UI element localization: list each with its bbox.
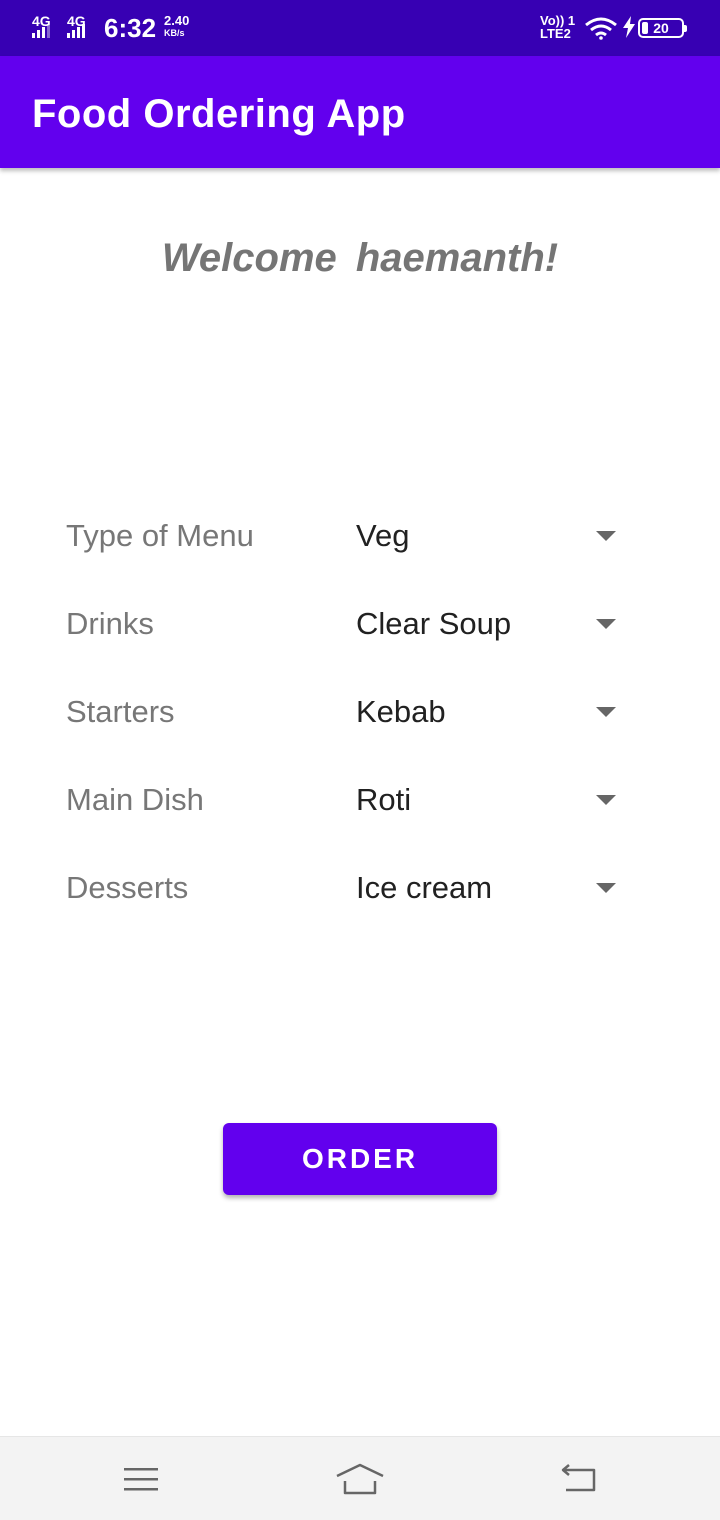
desserts-spinner[interactable]: Ice cream [340,858,640,918]
desserts-label: Desserts [66,870,189,905]
network-speed-unit: KB/s [164,28,185,38]
drinks-value: Clear Soup [356,606,512,641]
menu-icon [124,1468,158,1491]
volte-line-2: LTE2 [540,26,571,41]
dropdown-arrow-icon [596,795,616,805]
order-button[interactable]: ORDER [223,1123,497,1195]
status-bar: 4G 4G 6:32 2.40 KB/s Vo)) 1 LTE2 20 [0,0,720,56]
type-of-menu-value: Veg [356,518,410,553]
starters-label: Starters [66,694,175,729]
main-dish-spinner[interactable]: Roti [340,770,640,830]
drinks-label: Drinks [66,606,154,641]
back-icon [561,1464,596,1492]
starters-spinner[interactable]: Kebab [340,682,640,742]
home-icon [336,1463,384,1495]
battery-level: 20 [653,20,669,36]
type-of-menu-spinner[interactable]: Veg [340,506,640,566]
system-nav-bar [0,1436,720,1520]
app-title: Food Ordering App [32,92,406,136]
dropdown-arrow-icon [596,619,616,629]
form-row-desserts: Desserts Ice cream [0,858,720,918]
form-row-type-of-menu: Type of Menu Veg [0,506,720,566]
charging-bolt-icon [623,16,635,38]
battery-icon: 20 [638,18,687,38]
menu-button[interactable] [116,1457,166,1501]
signal-icon [67,24,85,38]
dropdown-arrow-icon [596,707,616,717]
form-row-drinks: Drinks Clear Soup [0,594,720,654]
starters-value: Kebab [356,694,446,729]
network-speed: 2.40 KB/s [164,13,190,39]
app-bar: Food Ordering App [0,56,720,168]
back-button[interactable] [554,1457,604,1501]
wifi-icon [585,17,617,40]
dropdown-arrow-icon [596,883,616,893]
welcome-message: Welcome haemanth! [161,236,559,280]
status-time: 6:32 [104,13,157,43]
desserts-value: Ice cream [356,870,493,905]
volte-indicator: Vo)) 1 LTE2 [540,14,575,40]
form-row-main-dish: Main Dish Roti [0,770,720,830]
network-speed-value: 2.40 [164,13,190,28]
type-of-menu-label: Type of Menu [66,518,254,553]
drinks-spinner[interactable]: Clear Soup [340,594,640,654]
main-dish-label: Main Dish [66,782,204,817]
form-row-starters: Starters Kebab [0,682,720,742]
dropdown-arrow-icon [596,531,616,541]
signal-icon [32,24,50,38]
home-button[interactable] [335,1457,385,1501]
main-dish-value: Roti [356,782,412,817]
